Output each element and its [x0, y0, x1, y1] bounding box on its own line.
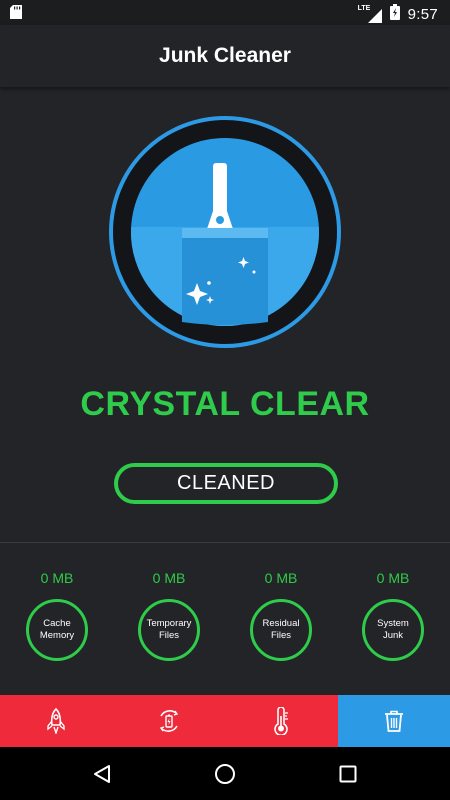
- stat-circle[interactable]: System Junk: [362, 599, 424, 661]
- recents-button[interactable]: [318, 747, 378, 800]
- system-nav-bar: [0, 747, 450, 800]
- battery-refresh-icon: [159, 710, 178, 732]
- back-button[interactable]: [72, 747, 132, 800]
- app-title: Junk Cleaner: [159, 44, 291, 67]
- stat-size: 0 MB: [40, 570, 74, 586]
- stat-size: 0 MB: [152, 570, 186, 586]
- home-icon: [214, 763, 235, 784]
- thermometer-icon: [274, 707, 289, 735]
- clean-status-title: CRYSTAL CLEAR: [80, 385, 370, 423]
- stat-label: Temporary Files: [146, 618, 192, 641]
- stat-residual-files: 0 MB Residual Files: [225, 570, 337, 661]
- rocket-icon: [47, 708, 65, 734]
- app-bar: Junk Cleaner: [0, 25, 450, 87]
- tab-cpu-cooler[interactable]: [225, 695, 338, 747]
- stat-label: Cache Memory: [39, 618, 75, 641]
- back-icon: [93, 764, 110, 783]
- cleaner-graphic: [108, 115, 342, 349]
- tab-battery[interactable]: [112, 695, 225, 747]
- stat-circle[interactable]: Temporary Files: [138, 599, 200, 661]
- stat-size: 0 MB: [376, 570, 410, 586]
- stat-cache-memory: 0 MB Cache Memory: [1, 570, 113, 661]
- sd-card-icon: [10, 5, 22, 24]
- stat-label: Residual Files: [262, 618, 300, 641]
- recents-icon: [339, 765, 357, 782]
- cleaned-button[interactable]: CLEANED: [114, 463, 338, 504]
- home-button[interactable]: [195, 747, 255, 800]
- stat-circle[interactable]: Residual Files: [250, 599, 312, 661]
- battery-icon: [389, 4, 400, 25]
- divider: [0, 542, 450, 543]
- stat-circle[interactable]: Cache Memory: [26, 599, 88, 661]
- bottom-tab-bar: [0, 695, 450, 747]
- tab-junk-cleaner[interactable]: [337, 695, 450, 747]
- trash-icon: [384, 710, 403, 732]
- clock: 9:57: [407, 6, 438, 23]
- signal-icon: LTE: [358, 5, 382, 23]
- stat-temporary-files: 0 MB Temporary Files: [113, 570, 225, 661]
- stat-size: 0 MB: [264, 570, 298, 586]
- status-bar: LTE 9:57: [0, 0, 450, 25]
- stat-label: System Junk: [377, 618, 409, 641]
- tab-boost[interactable]: [0, 695, 113, 747]
- stat-system-junk: 0 MB System Junk: [337, 570, 449, 661]
